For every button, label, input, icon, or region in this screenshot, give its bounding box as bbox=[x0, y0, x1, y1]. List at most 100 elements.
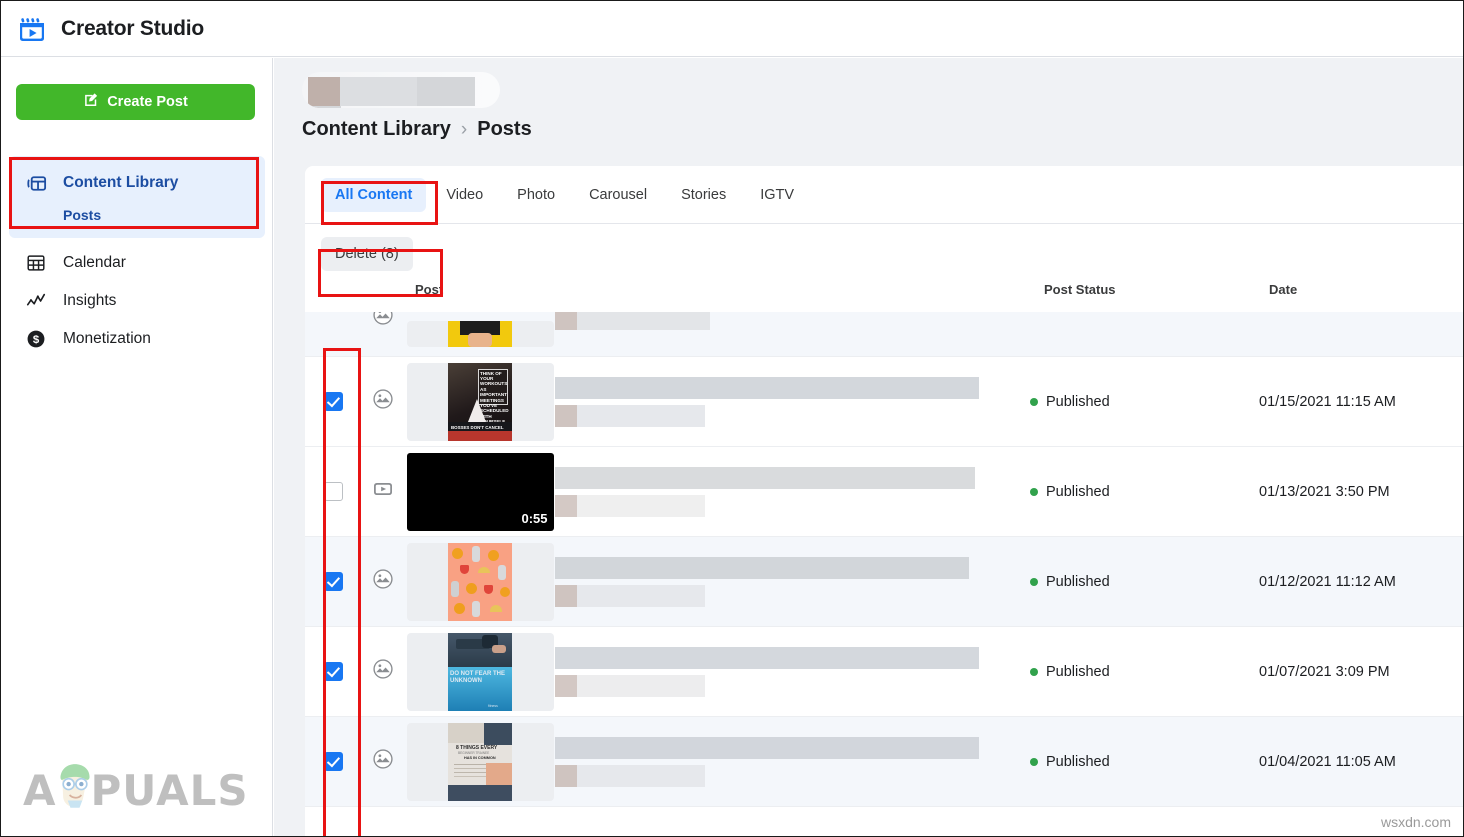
profile-chip-redacted[interactable] bbox=[302, 72, 500, 108]
tab-igtv[interactable]: IGTV bbox=[746, 178, 808, 212]
row-checkbox-cell bbox=[305, 392, 361, 411]
watermark-text: PUALS bbox=[90, 766, 249, 815]
post-type-cell bbox=[361, 748, 405, 775]
watermark-letter-a: A bbox=[23, 766, 57, 815]
row-checkbox[interactable] bbox=[323, 752, 343, 771]
breadcrumb: Content Library › Posts bbox=[302, 118, 532, 141]
redacted-block bbox=[555, 377, 979, 399]
redacted-block bbox=[577, 675, 705, 697]
sidebar-item-insights[interactable]: Insights bbox=[9, 282, 265, 320]
redacted-block bbox=[555, 737, 979, 759]
redacted-block bbox=[555, 467, 975, 489]
row-checkbox-cell bbox=[305, 572, 361, 591]
create-post-label: Create Post bbox=[107, 94, 188, 110]
content-type-tabs: All Content Video Photo Carousel Stories… bbox=[305, 166, 1463, 224]
content-library-icon bbox=[23, 170, 49, 196]
delete-button[interactable]: Delete (8) bbox=[321, 237, 413, 271]
row-checkbox[interactable] bbox=[323, 662, 343, 681]
redacted-block bbox=[555, 405, 577, 427]
status-badge: Published bbox=[1046, 573, 1110, 590]
redacted-block bbox=[577, 405, 705, 427]
appuals-mascot-icon bbox=[55, 761, 95, 814]
post-thumbnail: THINK OF YOUR WORKOUTS AS IMPORTANT MEET… bbox=[406, 362, 554, 441]
row-checkbox[interactable] bbox=[323, 572, 343, 591]
bulk-action-bar: Delete (8) bbox=[305, 225, 1463, 283]
post-type-cell bbox=[361, 388, 405, 415]
redacted-block bbox=[340, 77, 417, 106]
creator-studio-window: Creator Studio Create Post Content Libra… bbox=[0, 0, 1464, 837]
redacted-block bbox=[308, 106, 341, 108]
redacted-block bbox=[577, 585, 705, 607]
post-thumbnail-cell: 8 THINGS EVERY BEGINNER TRAINEE HAS IN C… bbox=[405, 722, 555, 801]
sidebar-item-label: Content Library bbox=[63, 174, 179, 191]
breadcrumb-parent[interactable]: Content Library bbox=[302, 118, 451, 141]
table-row[interactable]: 0:55 Published 01/13/2021 3:50 PM bbox=[305, 447, 1463, 537]
post-thumbnail-cell: 0:55 bbox=[405, 452, 555, 531]
status-badge: Published bbox=[1046, 663, 1110, 680]
tab-photo[interactable]: Photo bbox=[503, 178, 569, 212]
content-card: All Content Video Photo Carousel Stories… bbox=[305, 166, 1463, 836]
column-header-date: Date bbox=[1269, 282, 1298, 297]
video-icon bbox=[372, 478, 394, 505]
tab-all-content[interactable]: All Content bbox=[321, 177, 427, 212]
photo-icon bbox=[372, 748, 394, 775]
status-dot-icon bbox=[1030, 487, 1038, 496]
tab-stories[interactable]: Stories bbox=[667, 178, 740, 212]
sidebar-item-content-library[interactable]: Content Library bbox=[9, 164, 265, 202]
row-checkbox[interactable] bbox=[323, 392, 343, 411]
redacted-block bbox=[555, 312, 577, 330]
sidebar-item-monetization[interactable]: $ Monetization bbox=[9, 320, 265, 358]
row-checkbox-cell bbox=[305, 482, 361, 501]
sidebar-nav: Content Library Posts Calendar Insights … bbox=[9, 156, 265, 358]
post-thumbnail-cell: THINK OF YOUR WORKOUTS AS IMPORTANT MEET… bbox=[405, 362, 555, 441]
table-row[interactable]: Published 01/12/2021 11:12 AM bbox=[305, 537, 1463, 627]
post-thumbnail: DO NOT FEAR THE UNKNOWN fitness bbox=[406, 632, 554, 711]
table-row[interactable]: DO NOT FEAR THE UNKNOWN fitness Publishe… bbox=[305, 627, 1463, 717]
redacted-block bbox=[555, 557, 969, 579]
redacted-block bbox=[577, 765, 705, 787]
top-bar: Creator Studio bbox=[1, 1, 1463, 57]
post-date-cell: 01/15/2021 11:15 AM bbox=[1259, 393, 1396, 410]
post-type-cell bbox=[361, 568, 405, 595]
table-header: Post Post Status Date bbox=[305, 276, 1463, 312]
chevron-right-icon: › bbox=[460, 118, 468, 140]
sidebar-item-label: Monetization bbox=[63, 330, 151, 347]
video-duration: 0:55 bbox=[521, 510, 548, 526]
photo-icon bbox=[372, 568, 394, 595]
tab-carousel[interactable]: Carousel bbox=[575, 178, 661, 212]
sidebar: Create Post Content Library Posts Calend… bbox=[1, 58, 273, 836]
column-header-post: Post bbox=[415, 282, 444, 297]
redacted-block bbox=[417, 77, 475, 106]
svg-text:$: $ bbox=[33, 334, 40, 346]
post-status-cell: Published bbox=[1007, 754, 1235, 770]
status-badge: Published bbox=[1046, 393, 1110, 410]
table-body: THINK OF YOUR WORKOUTS AS IMPORTANT MEET… bbox=[305, 312, 1463, 836]
photo-icon bbox=[372, 312, 394, 334]
appuals-watermark: A PUALS bbox=[23, 761, 249, 820]
table-row[interactable] bbox=[305, 312, 1463, 357]
sidebar-item-calendar[interactable]: Calendar bbox=[9, 244, 265, 282]
sidebar-subitem-posts[interactable]: Posts bbox=[9, 202, 265, 228]
status-dot-icon bbox=[1030, 667, 1038, 676]
post-date-cell: 01/04/2021 11:05 AM bbox=[1259, 753, 1396, 770]
post-type-cell bbox=[361, 478, 405, 505]
video-clapperboard-icon bbox=[17, 14, 47, 44]
post-text-cell bbox=[555, 627, 1007, 716]
main-content: Content Library › Posts All Content Vide… bbox=[274, 58, 1463, 836]
redacted-block bbox=[555, 495, 577, 517]
post-text-cell bbox=[555, 357, 1007, 446]
create-post-button[interactable]: Create Post bbox=[16, 84, 255, 120]
status-badge: Published bbox=[1046, 753, 1110, 770]
row-checkbox[interactable] bbox=[323, 482, 343, 501]
table-row[interactable]: 8 THINGS EVERY BEGINNER TRAINEE HAS IN C… bbox=[305, 717, 1463, 807]
redacted-block bbox=[555, 585, 577, 607]
post-text-cell bbox=[555, 312, 1007, 356]
post-text-cell bbox=[555, 447, 1007, 536]
app-title: Creator Studio bbox=[61, 16, 205, 40]
status-badge: Published bbox=[1046, 483, 1110, 500]
redacted-block bbox=[555, 675, 577, 697]
post-thumbnail bbox=[406, 542, 554, 621]
table-row[interactable]: THINK OF YOUR WORKOUTS AS IMPORTANT MEET… bbox=[305, 357, 1463, 447]
tab-video[interactable]: Video bbox=[432, 178, 497, 212]
avatar bbox=[308, 77, 340, 108]
